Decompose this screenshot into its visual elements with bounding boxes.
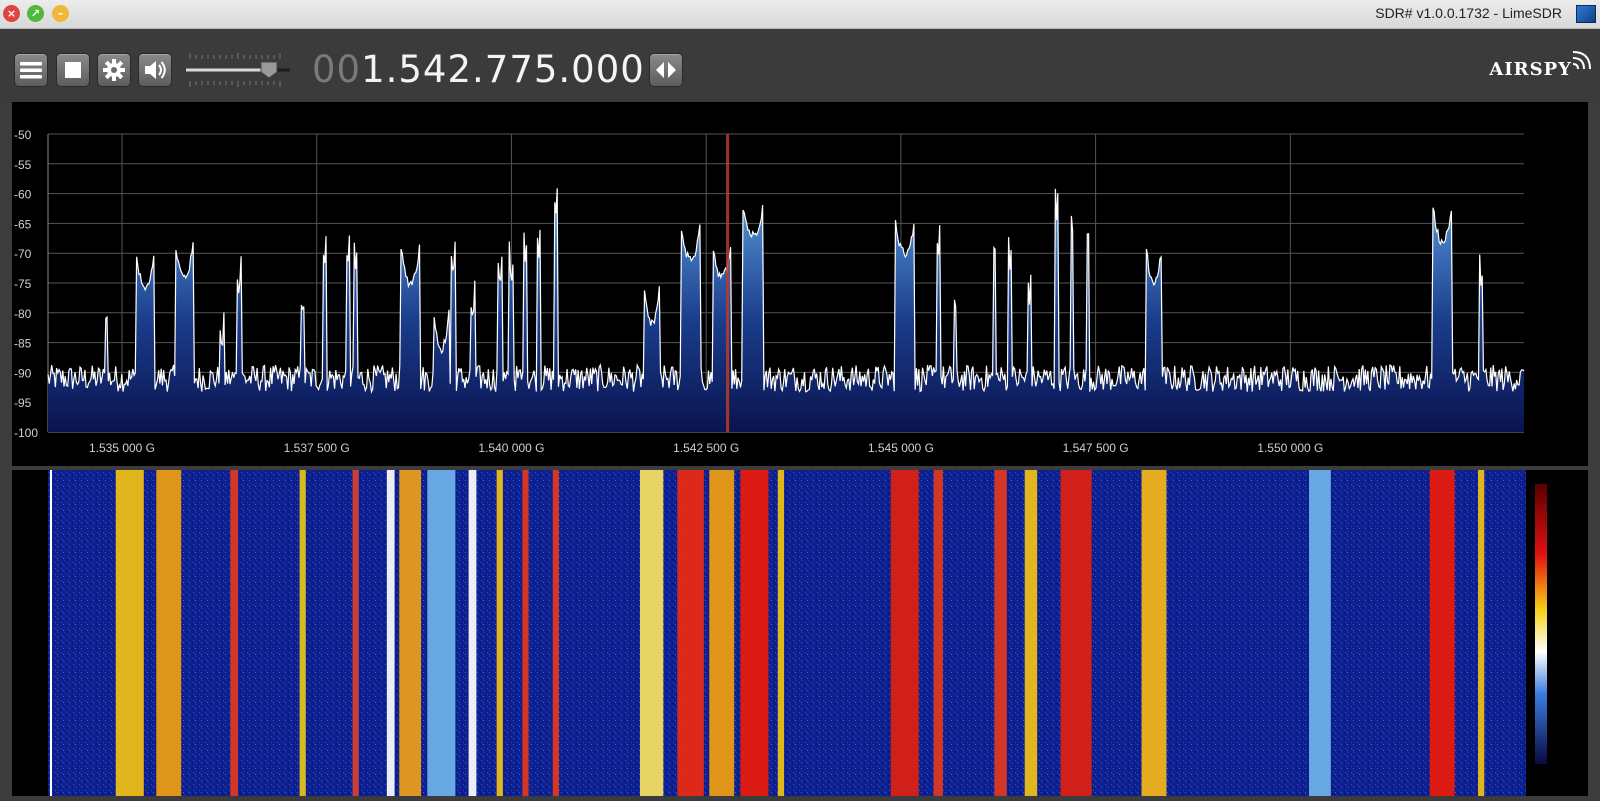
gear-icon [103,59,125,81]
stop-button[interactable] [56,53,90,87]
waterfall-band [386,470,395,796]
waterfall-band [352,470,359,796]
waterfall-band [230,470,239,796]
y-axis-ticks: -50 -55 -60 -65 -70 -75 -80 -85 -90 -95 -100 [14,128,38,440]
vfo-marker[interactable] [726,134,730,432]
waterfall-band [994,470,1007,796]
waterfall-edge-line [50,470,52,796]
y-tick-label: -95 [14,396,32,410]
spectrum-panel[interactable]: -50 -55 -60 -65 -70 -75 -80 -85 -90 -95 -100 1.535… [12,102,1588,466]
waterfall-band [709,470,735,796]
waterfall-band [1060,470,1092,796]
speaker-icon [145,61,166,79]
menu-button[interactable] [14,53,48,87]
x-tick-label: 1.540 000 G [478,441,544,455]
hamburger-menu-icon [20,62,42,79]
waterfall-band [522,470,529,796]
x-tick-label: 1.537 500 G [284,441,350,455]
y-tick-label: -60 [14,188,32,202]
y-tick-label: -80 [14,307,32,321]
toolbar: 001.542.775.000 AIRSPY [0,29,1600,101]
volume-thumb[interactable] [260,61,278,79]
y-tick-label: -65 [14,217,32,231]
waterfall-band [890,470,919,796]
left-right-arrows-icon [656,62,676,78]
waterfall-band [740,470,769,796]
waterfall-band [468,470,477,796]
spectrum-chart[interactable]: -50 -55 -60 -65 -70 -75 -80 -85 -90 -95 -100 1.535… [12,102,1588,466]
minimize-button[interactable]: – [52,5,69,22]
y-tick-label: -55 [14,158,32,172]
waterfall-display [48,470,1547,796]
tuning-mode-button[interactable] [649,53,683,87]
y-tick-label: -85 [14,337,32,351]
waterfall-background [48,470,1526,796]
waterfall-band [1429,470,1455,796]
waterfall-band [933,470,943,796]
waterfall-colorbar [1535,484,1547,764]
waterfall-band [1478,470,1485,796]
x-tick-label: 1.542 500 G [673,441,739,455]
waterfall-band [1309,470,1331,796]
x-tick-label: 1.545 000 G [868,441,934,455]
x-tick-label: 1.535 000 G [89,441,155,455]
y-tick-label: -90 [14,366,32,380]
waterfall-band [1024,470,1038,796]
maximize-button[interactable]: ↗ [27,5,44,22]
frequency-value: 1.542.775.000 [361,48,645,91]
waterfall-band [427,470,456,796]
airspy-logo: AIRSPY [1489,59,1572,80]
audio-button[interactable] [138,53,172,87]
waterfall-band [1141,470,1167,796]
spectrum-fill [48,188,1524,432]
frequency-display[interactable]: 001.542.775.000 [312,47,645,93]
app-icon [1576,5,1596,23]
y-tick-label: -50 [14,128,32,142]
y-tick-label: -70 [14,247,32,261]
x-axis-ticks: 1.535 000 G 1.537 500 G 1.540 000 G 1.542 5… [89,441,1323,455]
waterfall-band [399,470,422,796]
window-title: SDR# v1.0.0.1732 - LimeSDR [1375,5,1562,21]
title-bar: × ↗ – SDR# v1.0.0.1732 - LimeSDR [0,0,1600,29]
spectrum-trace [47,188,1525,394]
waterfall-band [496,470,503,796]
x-tick-label: 1.550 000 G [1257,441,1323,455]
x-tick-label: 1.547 500 G [1063,441,1129,455]
waterfall-band [156,470,182,796]
y-tick-label: -75 [14,277,32,291]
settings-button[interactable] [97,53,131,87]
waterfall-band [552,470,559,796]
close-button[interactable]: × [3,5,20,22]
volume-slider[interactable] [184,47,294,93]
waterfall-band [777,470,785,796]
waterfall-panel[interactable] [12,470,1588,796]
waterfall-band [299,470,306,796]
waterfall-band [677,470,704,796]
waterfall-band [115,470,144,796]
waterfall-band [639,470,664,796]
wireless-signal-icon [1572,51,1591,69]
stop-icon [65,62,81,78]
y-tick-label: -100 [14,426,38,440]
frequency-leading-zeros: 00 [312,48,362,91]
